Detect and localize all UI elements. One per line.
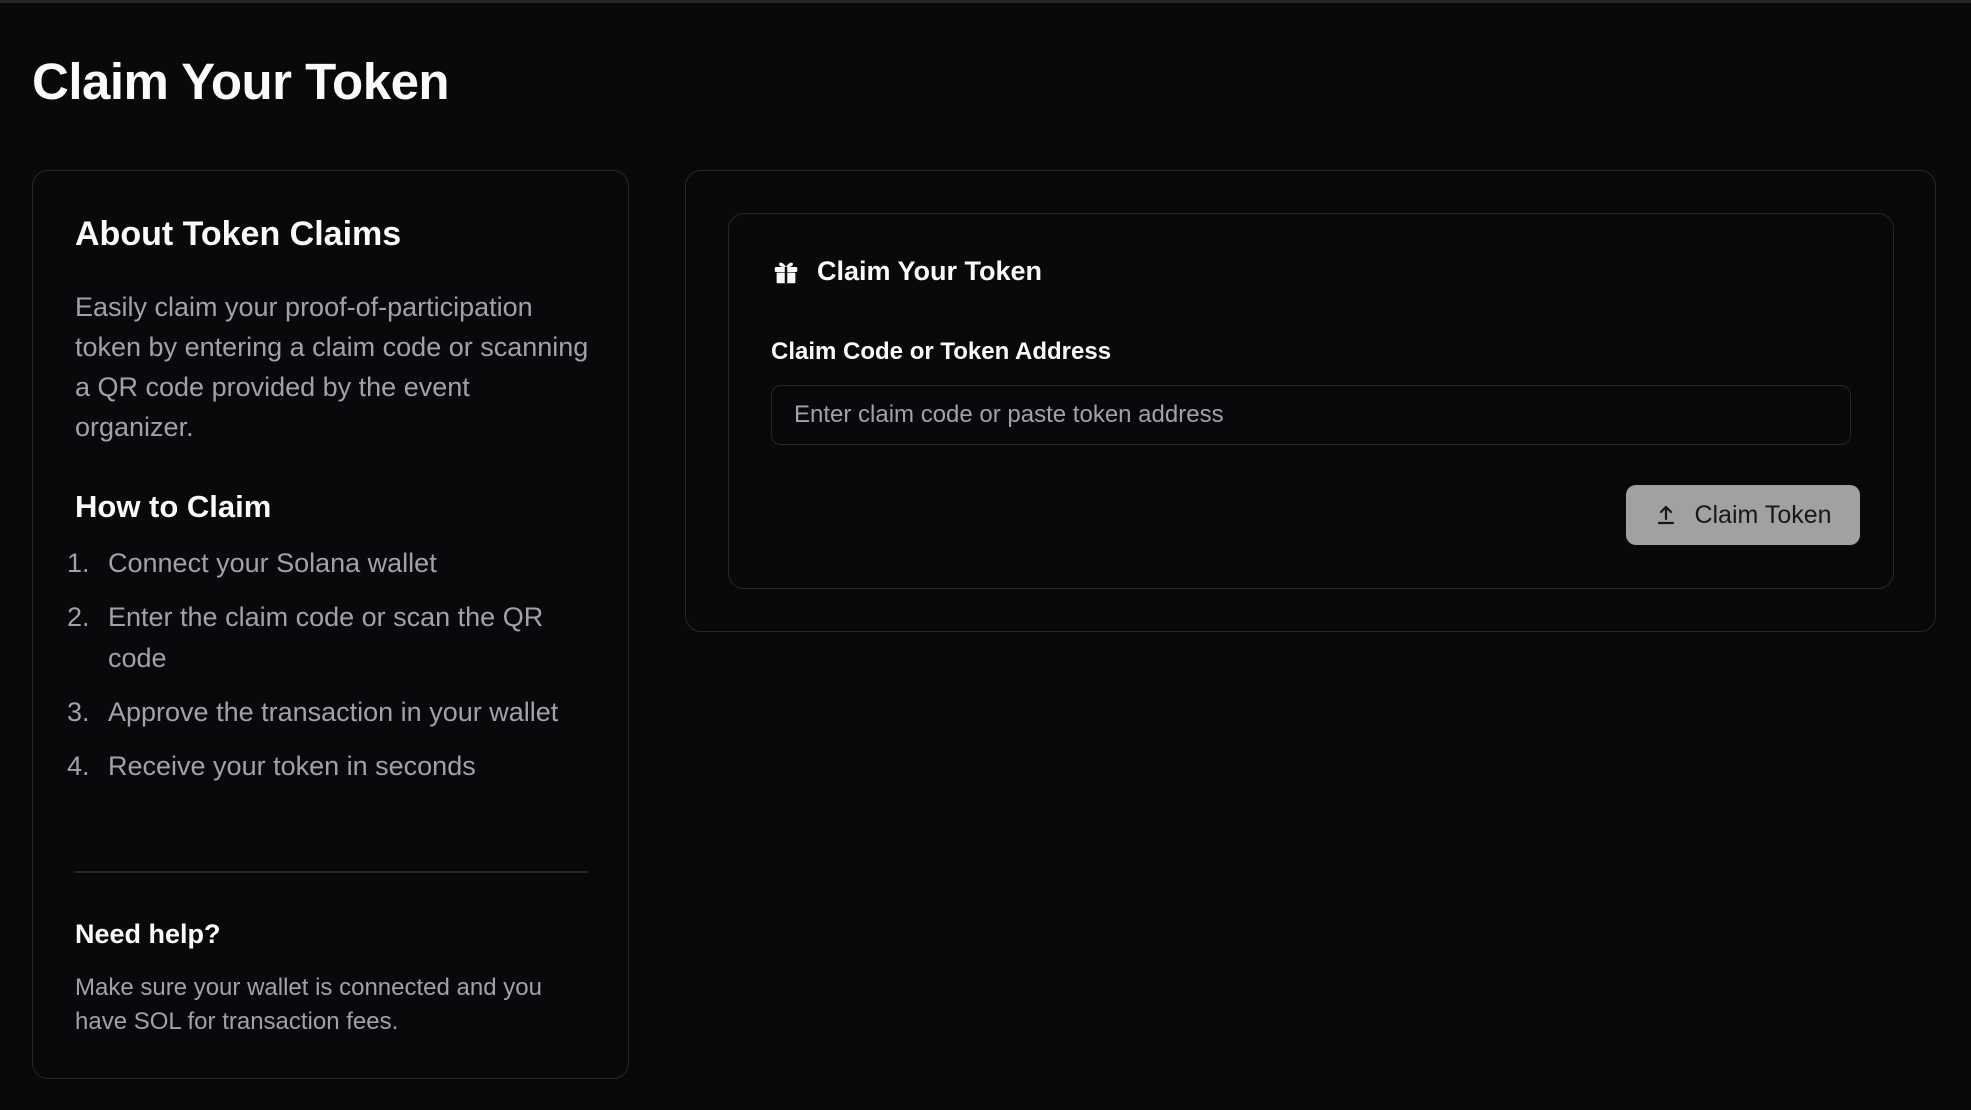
step-item: 3. Approve the transaction in your walle… bbox=[67, 692, 597, 733]
claim-card: Claim Your Token Claim Code or Token Add… bbox=[728, 213, 1894, 589]
about-description: Easily claim your proof-of-participation… bbox=[75, 292, 589, 442]
page-title: Claim Your Token bbox=[32, 53, 450, 110]
step-number: 4. bbox=[67, 751, 90, 781]
claim-code-label: Claim Code or Token Address bbox=[771, 338, 1112, 365]
step-item: 4. Receive your token in seconds bbox=[67, 746, 597, 787]
claim-title: Claim Your Token bbox=[817, 256, 1043, 286]
step-text: Receive your token in seconds bbox=[108, 751, 476, 781]
gift-icon bbox=[771, 257, 801, 287]
steps-list: 1. Connect your Solana wallet 2. Enter t… bbox=[67, 543, 597, 800]
step-text: Connect your Solana wallet bbox=[108, 548, 437, 578]
how-to-title: How to Claim bbox=[75, 489, 272, 524]
about-card: About Token Claims Easily claim your pro… bbox=[32, 170, 629, 1079]
claim-header: Claim Your Token bbox=[771, 256, 1042, 287]
step-number: 1. bbox=[67, 548, 90, 578]
help-text: Make sure your wallet is connected and y… bbox=[75, 974, 542, 1035]
claim-panel: Claim Your Token Claim Code or Token Add… bbox=[685, 170, 1936, 632]
step-number: 3. bbox=[67, 697, 90, 727]
upload-icon bbox=[1654, 503, 1678, 527]
step-item: 2. Enter the claim code or scan the QR c… bbox=[67, 597, 597, 679]
step-text: Approve the transaction in your wallet bbox=[108, 697, 559, 727]
claim-token-button[interactable]: Claim Token bbox=[1626, 485, 1860, 545]
claim-token-button-label: Claim Token bbox=[1694, 500, 1832, 529]
help-title: Need help? bbox=[75, 919, 221, 949]
divider bbox=[75, 871, 588, 873]
top-border bbox=[0, 0, 1971, 3]
claim-code-input[interactable] bbox=[771, 385, 1851, 445]
step-number: 2. bbox=[67, 602, 90, 632]
step-item: 1. Connect your Solana wallet bbox=[67, 543, 597, 584]
step-text: Enter the claim code or scan the QR code bbox=[108, 602, 544, 673]
about-title: About Token Claims bbox=[75, 215, 402, 253]
